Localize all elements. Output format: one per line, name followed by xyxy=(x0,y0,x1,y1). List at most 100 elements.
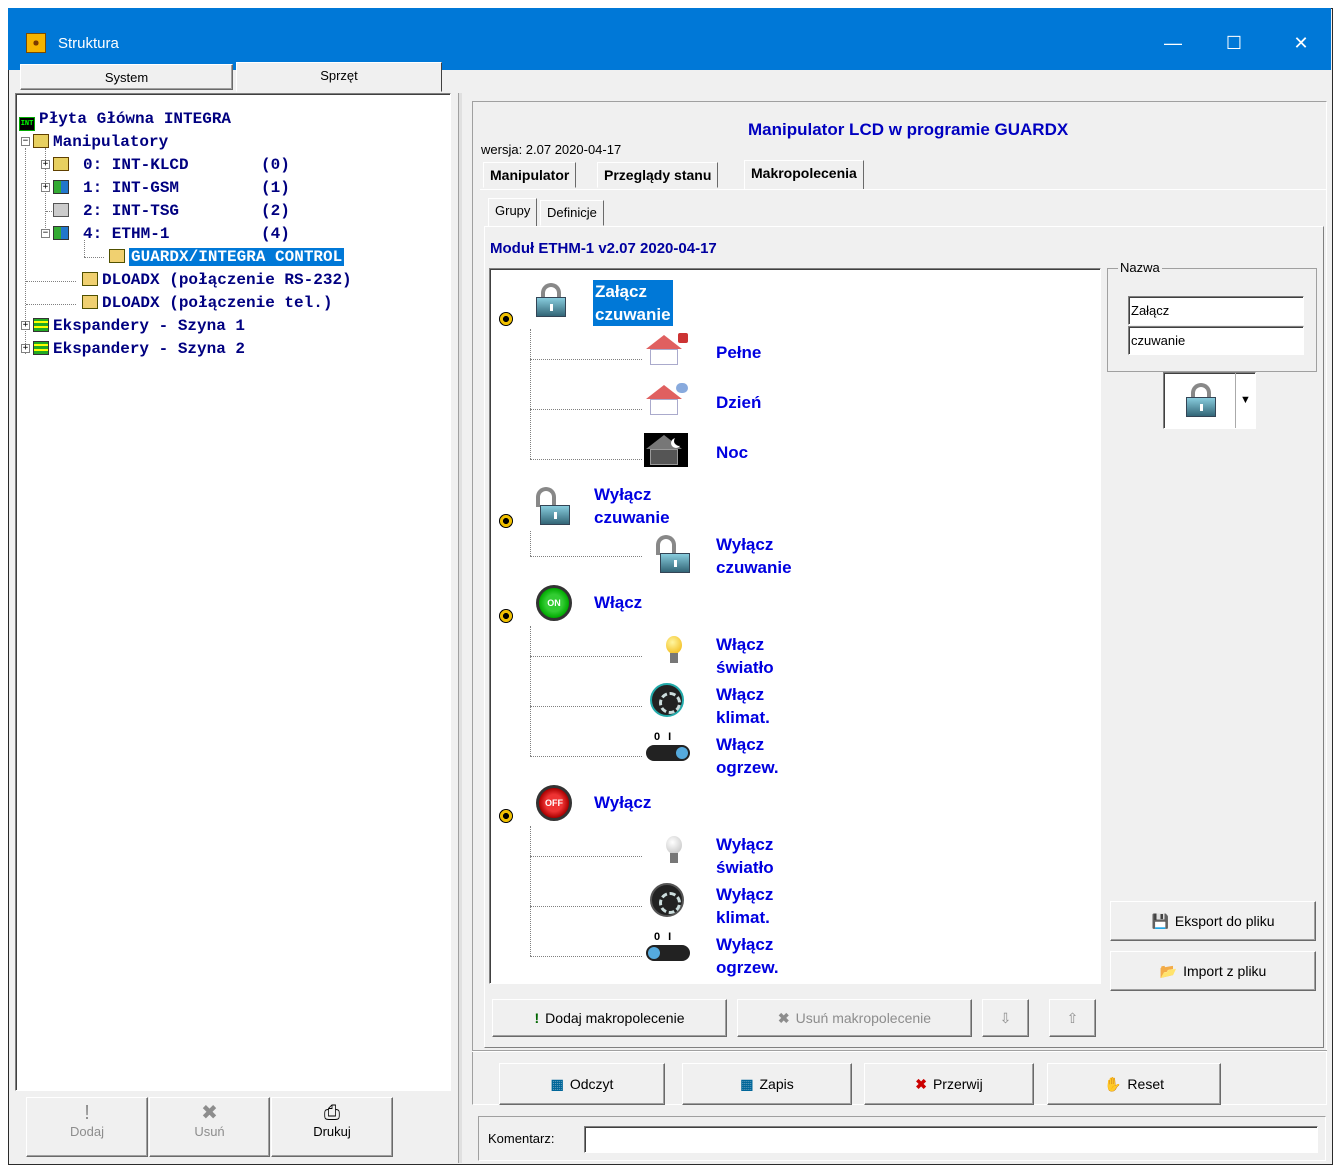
macro-group-wylacz[interactable]: Wyłącz xyxy=(594,791,651,814)
house-day-icon xyxy=(644,383,688,417)
fan-icon xyxy=(650,883,684,917)
exclamation-icon: ! xyxy=(84,1102,90,1124)
macro-wlacz-klimat[interactable]: Włącz klimat. xyxy=(716,683,770,729)
print-button[interactable]: ⎙ Drukuj xyxy=(271,1097,393,1157)
page-title: Manipulator LCD w programie GUARDX xyxy=(748,120,1069,139)
tab-line xyxy=(480,189,1326,190)
macro-wylacz-czuwanie[interactable]: Wyłącz czuwanie xyxy=(716,533,792,579)
lock-open-icon xyxy=(656,535,690,573)
expander-icon xyxy=(33,341,49,355)
close-button[interactable]: ✕ xyxy=(1278,26,1324,60)
add-button[interactable]: ! Dodaj xyxy=(26,1097,148,1157)
splitter[interactable] xyxy=(458,93,462,1163)
macro-wylacz-swiatlo[interactable]: Wyłącz światło xyxy=(716,833,774,879)
tab-przeglady-stanu[interactable]: Przeglądy stanu xyxy=(597,162,719,188)
touchscreen-icon xyxy=(53,203,69,217)
module-header: Moduł ETHM-1 v2.07 2020-04-17 xyxy=(490,240,717,257)
lightbulb-off-icon xyxy=(666,836,682,864)
macro-wylacz-ogrzew[interactable]: Wyłącz ogrzew. xyxy=(716,933,779,979)
tree-item-dloadx-tel[interactable]: DLOADX (połączenie tel.) xyxy=(82,294,332,312)
house-night-icon xyxy=(644,433,688,467)
macro-noc[interactable]: Noc xyxy=(716,441,748,464)
minimize-button[interactable]: — xyxy=(1150,26,1196,60)
macro-wylacz-klimat[interactable]: Wyłącz klimat. xyxy=(716,883,773,929)
lock-closed-icon xyxy=(1186,383,1216,417)
tab-grupy[interactable]: Grupy xyxy=(488,198,538,226)
power-off-icon: OFF xyxy=(536,785,572,821)
macro-wlacz-swiatlo[interactable]: Włącz światło xyxy=(716,633,774,679)
tree-item-expanders-1[interactable]: Ekspandery - Szyna 1 xyxy=(33,317,245,335)
lock-open-icon xyxy=(536,487,570,525)
arrow-down-icon: ⇩ xyxy=(999,1010,1012,1026)
expand-toggle[interactable]: + xyxy=(21,321,30,330)
hand-icon: ✋ xyxy=(1103,1076,1122,1092)
bullet-icon xyxy=(499,809,513,823)
maximize-button[interactable]: ☐ xyxy=(1211,26,1257,60)
collapse-toggle[interactable]: − xyxy=(41,229,50,238)
heater-icon: 0I xyxy=(646,731,690,765)
comment-field[interactable] xyxy=(584,1126,1318,1153)
expander-icon xyxy=(33,318,49,332)
tree-item-int-gsm[interactable]: 1: INT-GSM (1) xyxy=(53,179,290,197)
window-title: Struktura xyxy=(58,35,119,52)
expand-toggle[interactable]: + xyxy=(21,344,30,353)
keypad-icon xyxy=(53,157,69,171)
name-line1-field[interactable]: Załącz xyxy=(1128,296,1304,325)
bullet-icon xyxy=(499,609,513,623)
macro-tree[interactable]: Załącz czuwanie Pełne Dzień Noc Wyłącz czu… xyxy=(489,268,1101,984)
add-macro-button[interactable]: ! Dodaj makropolecenie xyxy=(492,999,727,1037)
move-up-button[interactable]: ⇧ xyxy=(1049,999,1096,1037)
tree-item-expanders-2[interactable]: Ekspandery - Szyna 2 xyxy=(33,340,245,358)
lightbulb-on-icon xyxy=(666,636,682,664)
name-group: Nazwa Załącz czuwanie xyxy=(1107,260,1317,372)
exclamation-icon: ! xyxy=(534,1010,540,1026)
computer-icon xyxy=(82,272,98,286)
collapse-toggle[interactable]: − xyxy=(21,137,30,146)
macro-group-zalacz-czuwanie[interactable]: Załącz czuwanie xyxy=(593,280,673,326)
tree-item-int-klcd[interactable]: 0: INT-KLCD (0) xyxy=(53,156,290,174)
hardware-tree[interactable]: INT Płyta Główna INTEGRA − Manipulatory +… xyxy=(15,93,451,1091)
icon-picker[interactable]: ▼ xyxy=(1163,372,1256,429)
macro-pelne[interactable]: Pełne xyxy=(716,341,761,364)
expand-toggle[interactable]: + xyxy=(41,160,50,169)
macro-dzien[interactable]: Dzień xyxy=(716,391,761,414)
keypad-icon xyxy=(33,134,49,148)
tab-system[interactable]: System xyxy=(20,64,233,90)
move-down-button[interactable]: ⇩ xyxy=(982,999,1029,1037)
tree-item-int-tsg[interactable]: 2: INT-TSG (2) xyxy=(53,202,290,220)
tab-makropolecenia[interactable]: Makropolecenia xyxy=(744,160,864,190)
remove-macro-button[interactable]: ✖ Usuń makropolecenie xyxy=(737,999,972,1037)
title-bar[interactable]: Struktura — ☐ ✕ xyxy=(8,8,1331,70)
lock-closed-icon xyxy=(536,283,566,317)
tab-definicje[interactable]: Definicje xyxy=(540,200,604,226)
chevron-down-icon[interactable]: ▼ xyxy=(1235,373,1255,428)
house-armed-icon xyxy=(644,333,688,367)
tree-item-ethm-1[interactable]: 4: ETHM-1 (4) xyxy=(53,225,290,243)
printer-icon: ⎙ xyxy=(324,1102,340,1124)
reset-button[interactable]: ✋ Reset xyxy=(1047,1063,1221,1105)
name-line2-field[interactable]: czuwanie xyxy=(1128,326,1304,355)
stop-button[interactable]: ✖ Przerwij xyxy=(864,1063,1034,1105)
expand-toggle[interactable]: + xyxy=(41,183,50,192)
bullet-icon xyxy=(499,514,513,528)
tab-sprzet[interactable]: Sprzęt xyxy=(236,62,442,92)
divider xyxy=(472,1050,1327,1052)
write-button[interactable]: ▦ Zapis xyxy=(682,1063,852,1105)
export-button[interactable]: 💾 Eksport do pliku xyxy=(1110,901,1316,941)
tree-item-manipulatory[interactable]: Manipulatory xyxy=(33,133,168,151)
tree-item-dloadx-rs232[interactable]: DLOADX (połączenie RS-232) xyxy=(82,271,352,289)
macro-wlacz-ogrzew[interactable]: Włącz ogrzew. xyxy=(716,733,779,779)
tree-item-guardx[interactable]: GUARDX/INTEGRA CONTROL xyxy=(109,248,345,266)
tree-item-main-board[interactable]: INT Płyta Główna INTEGRA xyxy=(19,110,231,131)
tab-manipulator[interactable]: Manipulator xyxy=(483,162,577,188)
fan-icon xyxy=(650,683,684,717)
remove-button[interactable]: ✖ Usuń xyxy=(149,1097,270,1157)
macro-group-wlacz[interactable]: Włącz xyxy=(594,591,642,614)
macro-group-wylacz-czuwanie[interactable]: Wyłącz czuwanie xyxy=(594,483,670,529)
arrow-up-icon: ⇧ xyxy=(1066,1010,1079,1026)
power-on-icon: ON xyxy=(536,585,572,621)
import-button[interactable]: 📂 Import z pliku xyxy=(1110,951,1316,991)
bullet-icon xyxy=(499,312,513,326)
read-button[interactable]: ▦ Odczyt xyxy=(499,1063,665,1105)
x-icon: ✖ xyxy=(915,1076,927,1092)
